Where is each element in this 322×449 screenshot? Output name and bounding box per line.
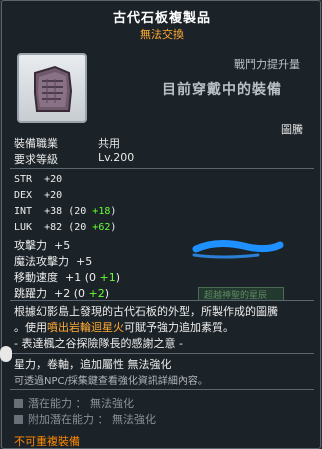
stat-int: INT +38 (20 +18) (14, 206, 117, 217)
stat-jump: 跳躍力 +2 (0 +2) (14, 287, 110, 300)
required-job-row: 裝備職業 共用 (14, 135, 120, 151)
trade-restriction: 無法交換 (140, 28, 184, 41)
divider (10, 168, 314, 169)
item-title: 古代石板複製品 (112, 11, 211, 26)
additional-potential-row: 附加潛在能力 ： 無法強化 (14, 411, 156, 427)
unique-equip-notice: 不可重複裝備 (14, 435, 80, 448)
mouse-cursor-icon (0, 346, 12, 362)
potential-checkbox-icon (14, 399, 23, 408)
required-level-row: 要求等級 Lv.200 (14, 151, 134, 167)
required-job-label: 裝備職業 (14, 137, 58, 150)
stat-str: STR +20 (14, 174, 63, 185)
description-line-3: - 表達楓之谷探險隊長的感謝之意 - (14, 337, 183, 350)
stat-attack: 攻擊力 +5 (14, 239, 71, 252)
required-level-value: Lv.200 (98, 151, 135, 164)
divider (10, 353, 314, 354)
currently-equipped-label: 目前穿戴中的裝備 (162, 82, 282, 98)
scribble-mark-icon (192, 240, 284, 259)
stat-magic-attack: 魔法攻擊力 +5 (14, 255, 93, 268)
stat-dex: DEX +20 (14, 190, 63, 201)
required-job-value: 共用 (98, 137, 120, 150)
divider (10, 300, 314, 301)
potential-row: 潛在能力 ： 無法強化 (14, 395, 134, 411)
description-line-1: 根據幻影島上發現的古代石板的外型，所製作成的圖騰 (14, 305, 278, 318)
additional-potential-checkbox-icon (14, 415, 23, 424)
item-tooltip: 古代石板複製品 無法交換 戰鬥力提升量 目前穿戴中的裝備 圖騰 裝備職業 共用 … (1, 0, 321, 449)
item-description: 根據幻影島上發現的古代石板的外型，所製作成的圖騰 。使用噴出岩輪迴星火可賦予強力… (14, 304, 314, 352)
required-level-label: 要求等級 (14, 153, 58, 166)
divider (10, 389, 314, 390)
combat-power-increase-label: 戰鬥力提升量 (234, 58, 300, 71)
stat-luk: LUK +82 (20 +62) (14, 222, 117, 233)
highlighted-item-name: 噴出岩輪迴星火 (47, 321, 124, 334)
stat-speed: 移動速度 +1 (0 +1) (14, 271, 121, 284)
enhancement-hint: 可透過NPC/採集鍵查看強化資訊詳細內容。 (14, 376, 208, 387)
enhancement-status: 星力，卷軸，追加屬性 無法強化 (14, 358, 172, 371)
item-icon-frame (17, 53, 87, 123)
item-category-badge: 圖騰 (281, 123, 303, 136)
description-line-2: 。使用噴出岩輪迴星火可賦予強力追加素質。 (14, 321, 234, 334)
stone-tablet-icon (34, 65, 73, 112)
